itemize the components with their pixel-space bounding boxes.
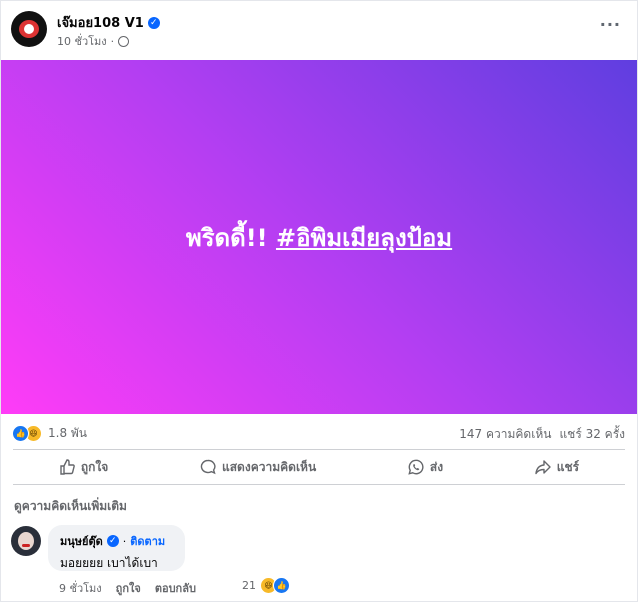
comment-text: มอยยยย เบาได้เบา: [60, 556, 158, 570]
comment-button[interactable]: แสดงความคิดเห็น: [200, 458, 316, 477]
share-arrow-icon: [535, 460, 551, 475]
comment-count[interactable]: 147 ความคิดเห็น: [459, 425, 551, 444]
banner-hashtag-link[interactable]: #อิพิมเมียลุงป้อม: [276, 224, 452, 252]
thumbs-up-icon: [60, 459, 75, 475]
actions-top-divider: [13, 449, 625, 450]
like-label: ถูกใจ: [80, 459, 109, 474]
like-reaction-icon: 👍: [12, 425, 29, 442]
post-card: เจ๊มอย108 V1 ✓ 10 ชั่วโมง · ··· พริดดี้!…: [0, 0, 638, 602]
follow-button[interactable]: ติดตาม: [130, 532, 165, 550]
post-actions-bar: ถูกใจ แสดงความคิดเห็น ส่ง แชร์: [13, 451, 625, 483]
view-more-comments-link[interactable]: ดูความคิดเห็นเพิ่มเติม: [14, 497, 127, 516]
avatar-logo-center: [24, 24, 34, 34]
comment-actions: 9 ชั่วโมง ถูกใจ ตอบกลับ: [59, 579, 196, 597]
banner-exclamation: พริดดี้!!: [185, 223, 268, 252]
author-avatar[interactable]: [11, 11, 47, 47]
whatsapp-icon: [408, 459, 424, 475]
comment-separator: ·: [122, 534, 127, 548]
send-label: ส่ง: [429, 459, 444, 474]
comment-reaction-count: 21: [242, 579, 256, 592]
meta-separator: ·: [110, 34, 115, 48]
comment-header: มนุษย์ตุ๊ด ✓ · ติดตาม: [60, 532, 173, 550]
like-button[interactable]: ถูกใจ: [59, 458, 108, 477]
comment-bubble-icon: [200, 459, 216, 475]
author-row: เจ๊มอย108 V1 ✓: [57, 12, 160, 33]
comment-label: แสดงความคิดเห็น: [222, 459, 317, 474]
comment-like-icon: 👍: [273, 577, 290, 594]
engagement-stats: 147 ความคิดเห็น แชร์ 32 ครั้ง: [459, 425, 625, 444]
share-label: แชร์: [556, 459, 580, 474]
globe-icon: [118, 35, 130, 47]
commenter-avatar[interactable]: [11, 526, 41, 556]
commenter-name[interactable]: มนุษย์ตุ๊ด: [60, 532, 103, 550]
post-time[interactable]: 10 ชั่วโมง: [57, 32, 107, 50]
post-meta: 10 ชั่วโมง ·: [57, 32, 130, 50]
share-count[interactable]: แชร์ 32 ครั้ง: [559, 425, 625, 444]
send-button[interactable]: ส่ง: [408, 458, 443, 477]
actions-bottom-divider: [13, 484, 625, 485]
commenter-face: [18, 532, 34, 550]
comment-like-button[interactable]: ถูกใจ: [116, 579, 141, 597]
commenter-mouth: [22, 544, 30, 547]
comment-reply-button[interactable]: ตอบกลับ: [155, 579, 196, 597]
author-name[interactable]: เจ๊มอย108 V1: [57, 12, 144, 33]
post-banner: พริดดี้!! #อิพิมเมียลุงป้อม: [1, 60, 637, 414]
banner-text: พริดดี้!! #อิพิมเมียลุงป้อม: [186, 218, 452, 257]
comment-time[interactable]: 9 ชั่วโมง: [59, 579, 102, 597]
verified-badge-icon: ✓: [147, 16, 160, 29]
share-button[interactable]: แชร์: [535, 458, 579, 477]
more-options-icon[interactable]: ···: [600, 15, 621, 34]
reaction-summary[interactable]: 👍 😆 1.8 พัน: [12, 424, 87, 443]
reaction-count: 1.8 พัน: [48, 426, 88, 440]
commenter-verified-icon: ✓: [106, 535, 119, 547]
comment-reactions[interactable]: 21 😆 👍: [242, 577, 290, 594]
comment-bubble: มนุษย์ตุ๊ด ✓ · ติดตาม มอยยยย เบาได้เบา: [48, 525, 185, 571]
